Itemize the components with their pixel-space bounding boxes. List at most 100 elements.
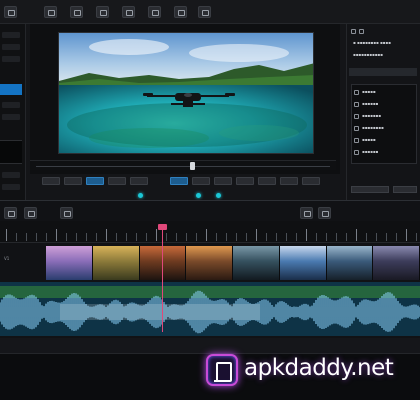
effect-icon (354, 89, 359, 95)
video-clip[interactable] (233, 246, 280, 280)
tool-button[interactable] (2, 184, 20, 190)
effect-item[interactable]: ▪▪▪▪▪▪ (354, 149, 378, 155)
panel-header (351, 28, 367, 34)
loop-button[interactable] (236, 177, 254, 185)
ruler-tick (266, 233, 267, 241)
zoom-in-icon[interactable] (318, 207, 331, 219)
video-clip[interactable] (373, 246, 420, 280)
timeline-toolbar (0, 207, 420, 219)
ruler-tick (56, 229, 57, 241)
tool-button[interactable] (2, 102, 20, 108)
ruler-tick (106, 229, 107, 241)
ruler-tick (396, 233, 397, 241)
scrub-handle[interactable] (190, 162, 195, 170)
property-field[interactable] (393, 186, 417, 193)
ruler-tick (126, 233, 127, 241)
fullscreen-button[interactable] (280, 177, 298, 185)
mini-preview (0, 140, 22, 164)
snapshot-button[interactable] (214, 177, 232, 185)
video-clip[interactable] (279, 246, 327, 280)
tool-button[interactable] (2, 114, 20, 120)
step-forward-button[interactable] (108, 177, 126, 185)
effect-item[interactable]: ▪▪▪▪▪▪▪▪ (354, 125, 384, 131)
video-clip[interactable] (46, 246, 93, 280)
video-clip[interactable] (186, 246, 233, 280)
status-strip (0, 338, 420, 354)
effect-icon (354, 125, 359, 131)
ruler-tick (146, 233, 147, 241)
copy-icon[interactable] (96, 6, 109, 18)
mark-in-button[interactable] (170, 177, 188, 185)
ruler-tick (76, 233, 77, 241)
keyframe-marker[interactable] (138, 193, 143, 198)
ruler-tick (156, 229, 157, 241)
ruler-tick (236, 233, 237, 241)
export-icon[interactable] (174, 6, 187, 18)
video-preview-frame[interactable] (58, 32, 314, 154)
tool-button[interactable] (2, 56, 20, 62)
active-tool-indicator[interactable] (0, 84, 22, 95)
ruler-tick (386, 233, 387, 241)
volume-button[interactable] (258, 177, 276, 185)
keyframe-marker[interactable] (216, 193, 221, 198)
go-to-start-button[interactable] (42, 177, 60, 185)
ruler-tick (296, 233, 297, 241)
apkdaddy-logo-icon (206, 354, 238, 386)
effect-icon (354, 113, 359, 119)
ruler-tick (116, 233, 117, 241)
panel-icon (359, 28, 364, 34)
video-clip[interactable] (326, 246, 374, 280)
snap-icon[interactable] (60, 207, 73, 219)
ruler-tick (86, 233, 87, 241)
audio-track[interactable] (0, 282, 420, 336)
timeline-ruler[interactable] (0, 221, 420, 243)
tool-button[interactable] (2, 44, 20, 50)
selected-property[interactable] (349, 68, 417, 76)
ruler-tick (166, 233, 167, 241)
redo-icon[interactable] (44, 6, 57, 18)
zoom-out-icon[interactable] (300, 207, 313, 219)
effect-item[interactable]: ▪▪▪▪▪▪ (354, 101, 378, 107)
tool-button[interactable] (2, 32, 20, 38)
effect-item[interactable]: ▪▪▪▪▪ (354, 137, 376, 143)
property-row[interactable]: ▪ ▪▪▪▪▪▪▪▪ ▪▪▪▪ (353, 40, 391, 45)
ruler-tick (326, 233, 327, 241)
effect-item[interactable]: ▪▪▪▪▪▪▪ (354, 113, 381, 119)
razor-tool-icon[interactable] (24, 207, 37, 219)
mark-out-button[interactable] (192, 177, 210, 185)
video-editor-window: ▪ ▪▪▪▪▪▪▪▪ ▪▪▪▪ ▪▪▪▪▪▪▪▪▪▪▪ ▪▪▪▪▪ ▪▪▪▪▪▪… (0, 0, 420, 400)
ruler-tick (316, 233, 317, 241)
import-icon[interactable] (148, 6, 161, 18)
tool-button[interactable] (2, 172, 20, 178)
undo-icon[interactable] (4, 6, 17, 18)
effect-item[interactable]: ▪▪▪▪▪ (354, 89, 376, 95)
viewer-scrub-bar[interactable] (30, 160, 336, 170)
cut-icon[interactable] (70, 6, 83, 18)
ruler-tick (66, 233, 67, 241)
ruler-tick (356, 229, 357, 241)
property-row[interactable]: ▪▪▪▪▪▪▪▪▪▪▪ (353, 52, 383, 57)
viewer-settings-button[interactable] (302, 177, 320, 185)
keyframe-marker[interactable] (196, 193, 201, 198)
ruler-tick (286, 233, 287, 241)
settings-icon[interactable] (198, 6, 211, 18)
ruler-tick (376, 233, 377, 241)
ruler-tick (46, 233, 47, 241)
play-button[interactable] (86, 177, 104, 185)
ruler-tick (226, 233, 227, 241)
video-track (46, 246, 420, 280)
paste-icon[interactable] (122, 6, 135, 18)
top-toolbar (0, 0, 420, 24)
ruler-tick (206, 229, 207, 241)
scrub-track (36, 166, 330, 167)
effect-icon (354, 149, 359, 155)
step-back-button[interactable] (64, 177, 82, 185)
transport-controls (30, 175, 340, 198)
track-tool-icon[interactable] (4, 207, 17, 219)
playhead-line (162, 226, 163, 332)
video-clip[interactable] (92, 246, 140, 280)
effect-icon (354, 137, 359, 143)
go-to-end-button[interactable] (130, 177, 148, 185)
property-field[interactable] (351, 186, 389, 193)
ruler-tick (96, 233, 97, 241)
